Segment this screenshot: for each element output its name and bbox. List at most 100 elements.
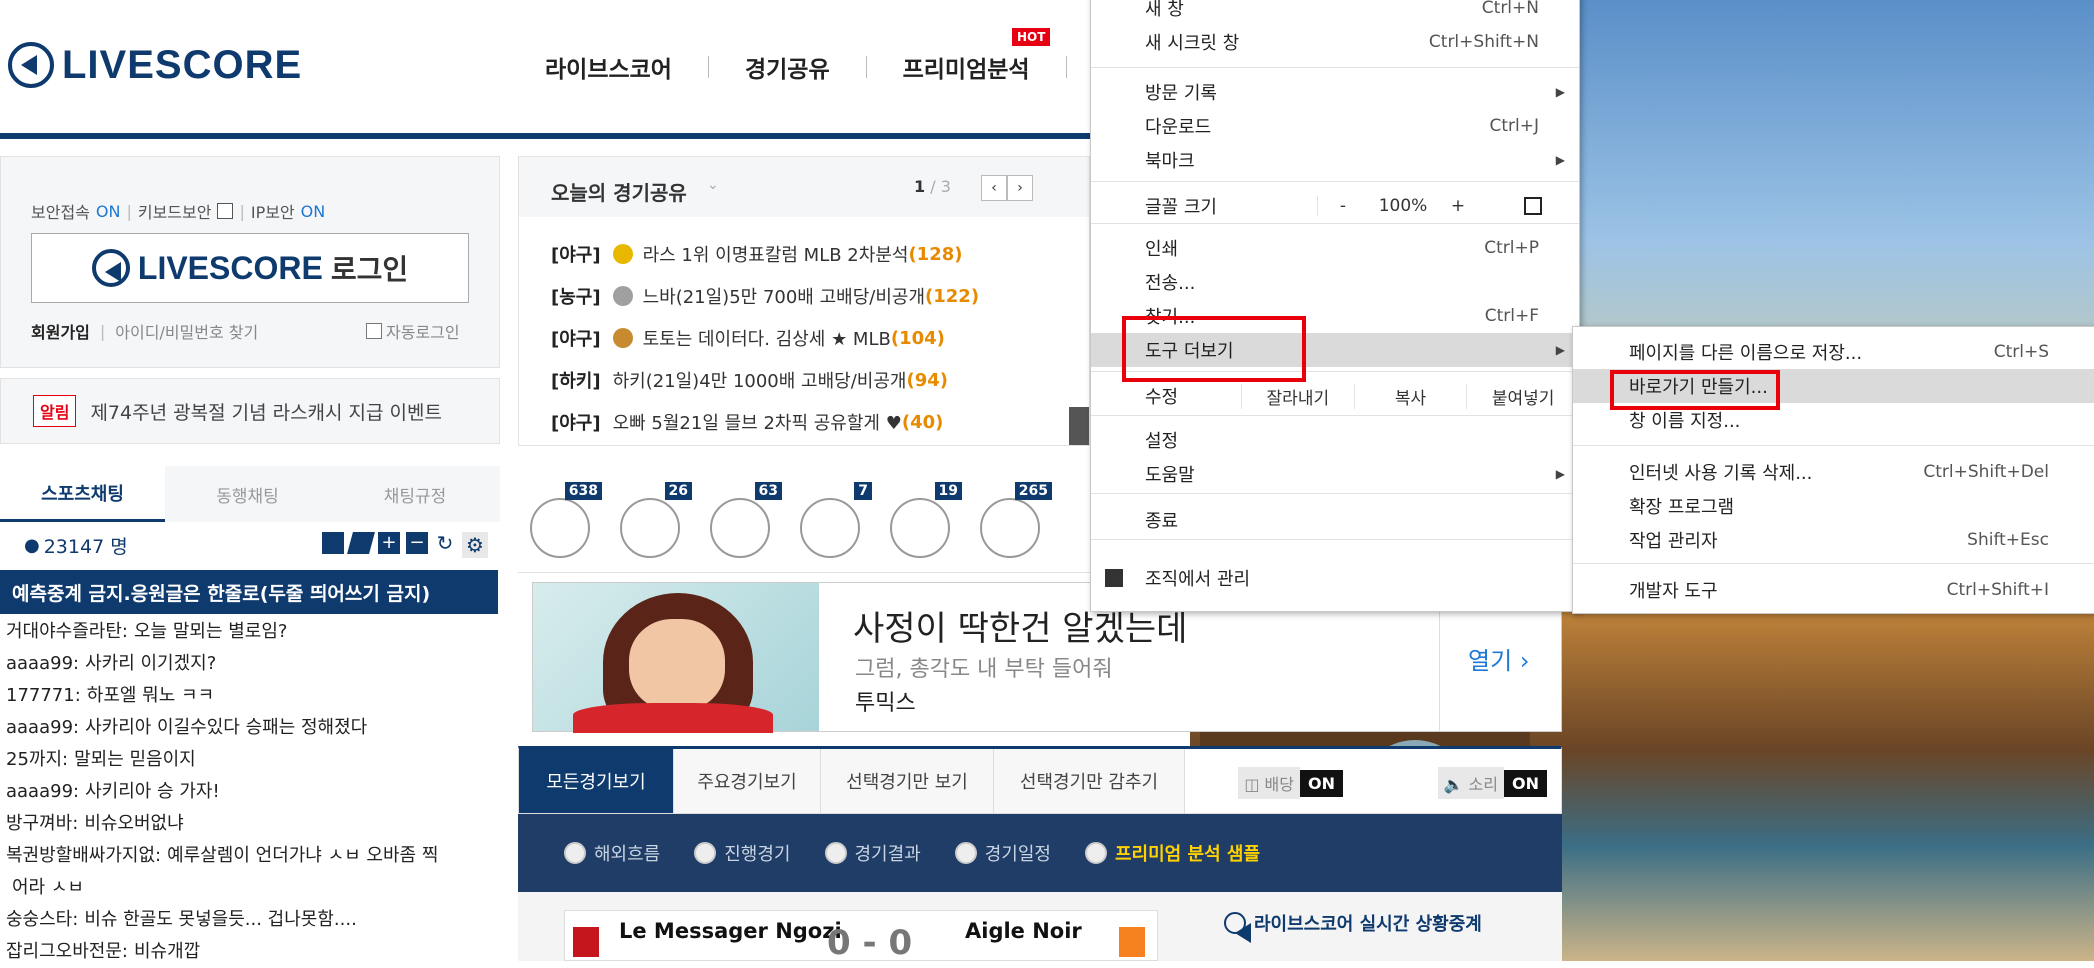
keyboard-security-checkbox[interactable]	[217, 203, 234, 219]
tab-companion-chat[interactable]: 동행채팅	[165, 466, 330, 522]
tab-major-games[interactable]: 주요경기보기	[674, 749, 821, 813]
auto-login[interactable]: 자동로그인	[366, 319, 460, 343]
tab-chat-rules[interactable]: 채팅규정	[330, 466, 500, 522]
menu-extensions[interactable]: 확장 프로그램	[1573, 489, 2094, 523]
chat-tools: + − ↻ ⚙	[322, 532, 488, 558]
share-item[interactable]: [야구] 라스 1위 이명표칼럼 MLB 2차분석 (128)	[551, 233, 1071, 275]
menu-bookmarks[interactable]: 북마크 ▶	[1091, 143, 1579, 177]
fullscreen-icon[interactable]	[1524, 197, 1542, 215]
ip-security-toggle[interactable]: ON	[301, 202, 326, 221]
menu-separator	[1091, 223, 1579, 224]
chat-nick[interactable]: aaaa99:	[6, 717, 79, 738]
share-item[interactable]: [야구] 오빠 5월21일 믈브 2차픽 공유할게 ♥ (40)	[551, 401, 1071, 443]
ad-open-link[interactable]: 열기 ›	[1468, 641, 1529, 676]
menu-separator	[1091, 493, 1579, 494]
menu-history[interactable]: 방문 기록 ▶	[1091, 75, 1579, 109]
sport-filter-button[interactable]: 19	[886, 482, 966, 562]
chat-nick[interactable]: 25까지:	[6, 749, 68, 770]
eraser-icon[interactable]	[347, 532, 375, 554]
tab-all-games[interactable]: 모든경기보기	[519, 749, 674, 813]
sport-filter-button[interactable]: 63	[706, 482, 786, 562]
menu-exit[interactable]: 종료	[1091, 503, 1579, 537]
menu-developer-tools[interactable]: 개발자 도구 Ctrl+Shift+I	[1573, 573, 2094, 607]
notice-bar[interactable]: 알림 제74주년 광복절 기념 라스캐시 지급 이벤트	[0, 378, 500, 444]
menu-new-incognito[interactable]: 새 시크릿 창 Ctrl+Shift+N	[1091, 25, 1579, 59]
share-count: (104)	[890, 327, 945, 349]
secure-access-toggle[interactable]: ON	[96, 202, 121, 221]
chat-nick[interactable]: 거대야수즐라탄:	[6, 621, 128, 642]
chat-message: 177771: 하포엘 뭐노 ㅋㅋ	[6, 680, 498, 712]
filter-option[interactable]: 해외흐름	[564, 840, 660, 866]
chevron-down-icon[interactable]: ⌄	[707, 177, 719, 193]
menu-task-manager[interactable]: 작업 관리자 Shift+Esc	[1573, 523, 2094, 557]
copy-button[interactable]: 복사	[1353, 383, 1467, 409]
zoom-in-button[interactable]: +	[1438, 196, 1478, 216]
match-card[interactable]: Le Messager Ngozi 0 - 0 Aigle Noir	[564, 910, 1158, 963]
menu-separator	[1573, 445, 2094, 446]
font-increase-icon[interactable]: +	[378, 532, 400, 554]
share-item[interactable]: [야구] 토토는 데이터다. 김상세 ★ MLB (104)	[551, 317, 1071, 359]
font-decrease-icon[interactable]: −	[406, 532, 428, 554]
menu-help[interactable]: 도움말 ▶	[1091, 457, 1579, 491]
next-page-button[interactable]: ›	[1007, 175, 1033, 201]
sport-filter-button[interactable]: 265	[976, 482, 1056, 562]
site-logo[interactable]: LIVESCORE	[8, 42, 302, 88]
find-account-link[interactable]: 아이디/비밀번호 찾기	[115, 319, 258, 343]
nav-divider	[707, 56, 709, 78]
share-count: (128)	[908, 243, 963, 265]
login-panel: 보안접속 ON | 키보드보안 | IP보안 ON LIVESCORE 로그인 …	[0, 156, 500, 368]
tab-sports-chat[interactable]: 스포츠채팅	[0, 466, 165, 522]
chat-nick[interactable]: 잡리그오바전문:	[6, 941, 128, 962]
gear-icon[interactable]: ⚙	[462, 532, 488, 558]
filter-option[interactable]: 진행경기	[694, 840, 791, 866]
menu-save-page-as[interactable]: 페이지를 다른 이름으로 저장... Ctrl+S	[1573, 335, 2094, 369]
auto-login-checkbox[interactable]	[366, 323, 382, 339]
menu-managed-by-org[interactable]: 조직에서 관리	[1091, 561, 1579, 595]
chat-nick[interactable]: 숭숭스타:	[6, 909, 78, 930]
menu-separator	[1573, 563, 2094, 564]
odds-icon: ◫ 배당	[1238, 767, 1300, 799]
sound-toggle[interactable]: 🔈 소리 ON	[1437, 767, 1547, 799]
login-button[interactable]: LIVESCORE 로그인	[31, 233, 469, 303]
chat-nick[interactable]: 방구껴바:	[6, 813, 78, 834]
odds-toggle[interactable]: ◫ 배당 ON	[1238, 767, 1343, 799]
filter-option[interactable]: 프리미엄 분석 샘플	[1085, 840, 1260, 866]
chat-nick[interactable]: aaaa99:	[6, 653, 79, 674]
share-item[interactable]: [농구] 느바(21일)5만 700배 고배당/비공개 (122)	[551, 275, 1071, 317]
share-list: [야구] 라스 1위 이명표칼럼 MLB 2차분석 (128) [농구] 느바(21일)…	[551, 233, 1071, 443]
chat-nick[interactable]: aaaa99:	[6, 781, 79, 802]
refresh-icon[interactable]: ↻	[434, 532, 456, 554]
cut-button[interactable]: 잘라내기	[1241, 383, 1354, 409]
zoom-out-button[interactable]: -	[1317, 196, 1368, 216]
nav-livescore[interactable]: 라이브스코어	[545, 50, 672, 84]
share-category: [농구]	[551, 287, 601, 308]
sport-filter-button[interactable]: 7	[796, 482, 876, 562]
share-item[interactable]: [하키] 하키(21일)4만 1000배 고배당/비공개 (94)	[551, 359, 1071, 401]
scrollbar-thumb[interactable]	[1069, 407, 1089, 445]
menu-print[interactable]: 인쇄 Ctrl+P	[1091, 231, 1579, 265]
filter-option[interactable]: 경기결과	[824, 840, 921, 866]
tab-hide-selected[interactable]: 선택경기만 감추기	[994, 749, 1185, 813]
browser-main-menu: 새 창 Ctrl+N 새 시크릿 창 Ctrl+Shift+N 방문 기록 ▶ 다운로드 Ct…	[1090, 0, 1580, 612]
chat-text: 예루살렘이 언더가냐 ㅅㅂ 오바좀 찍	[167, 845, 439, 866]
chat-nick[interactable]: 177771:	[6, 685, 81, 706]
menu-cast[interactable]: 전송...	[1091, 265, 1579, 299]
menu-downloads[interactable]: 다운로드 Ctrl+J	[1091, 109, 1579, 143]
chat-message: 거대야수즐라탄: 오늘 말뫼는 별로임?	[6, 616, 498, 648]
nav-premium-analysis[interactable]: 프리미엄분석	[903, 50, 1030, 84]
sport-filter-button[interactable]: 638	[526, 482, 606, 562]
tab-show-selected[interactable]: 선택경기만 보기	[821, 749, 994, 813]
chat-list-icon[interactable]	[322, 532, 344, 554]
nav-game-share[interactable]: 경기공유	[745, 50, 830, 84]
signup-link[interactable]: 회원가입	[31, 319, 90, 343]
menu-new-window[interactable]: 새 창 Ctrl+N	[1091, 0, 1579, 25]
chat-nick[interactable]: 복권방할배싸가지없:	[6, 845, 161, 866]
sport-filter-button[interactable]: 26	[616, 482, 696, 562]
filter-option[interactable]: 경기일정	[954, 840, 1051, 866]
menu-clear-browsing-data[interactable]: 인터넷 사용 기록 삭제... Ctrl+Shift+Del	[1573, 455, 2094, 489]
menu-settings[interactable]: 설정	[1091, 423, 1579, 457]
paste-button[interactable]: 붙여넣기	[1466, 383, 1579, 409]
share-title: 오늘의 경기공유	[551, 181, 687, 205]
prev-page-button[interactable]: ‹	[981, 175, 1007, 201]
game-filter-bar: 해외흐름 진행경기 경기결과 경기일정 프리미엄 분석 샘플	[518, 814, 1562, 892]
